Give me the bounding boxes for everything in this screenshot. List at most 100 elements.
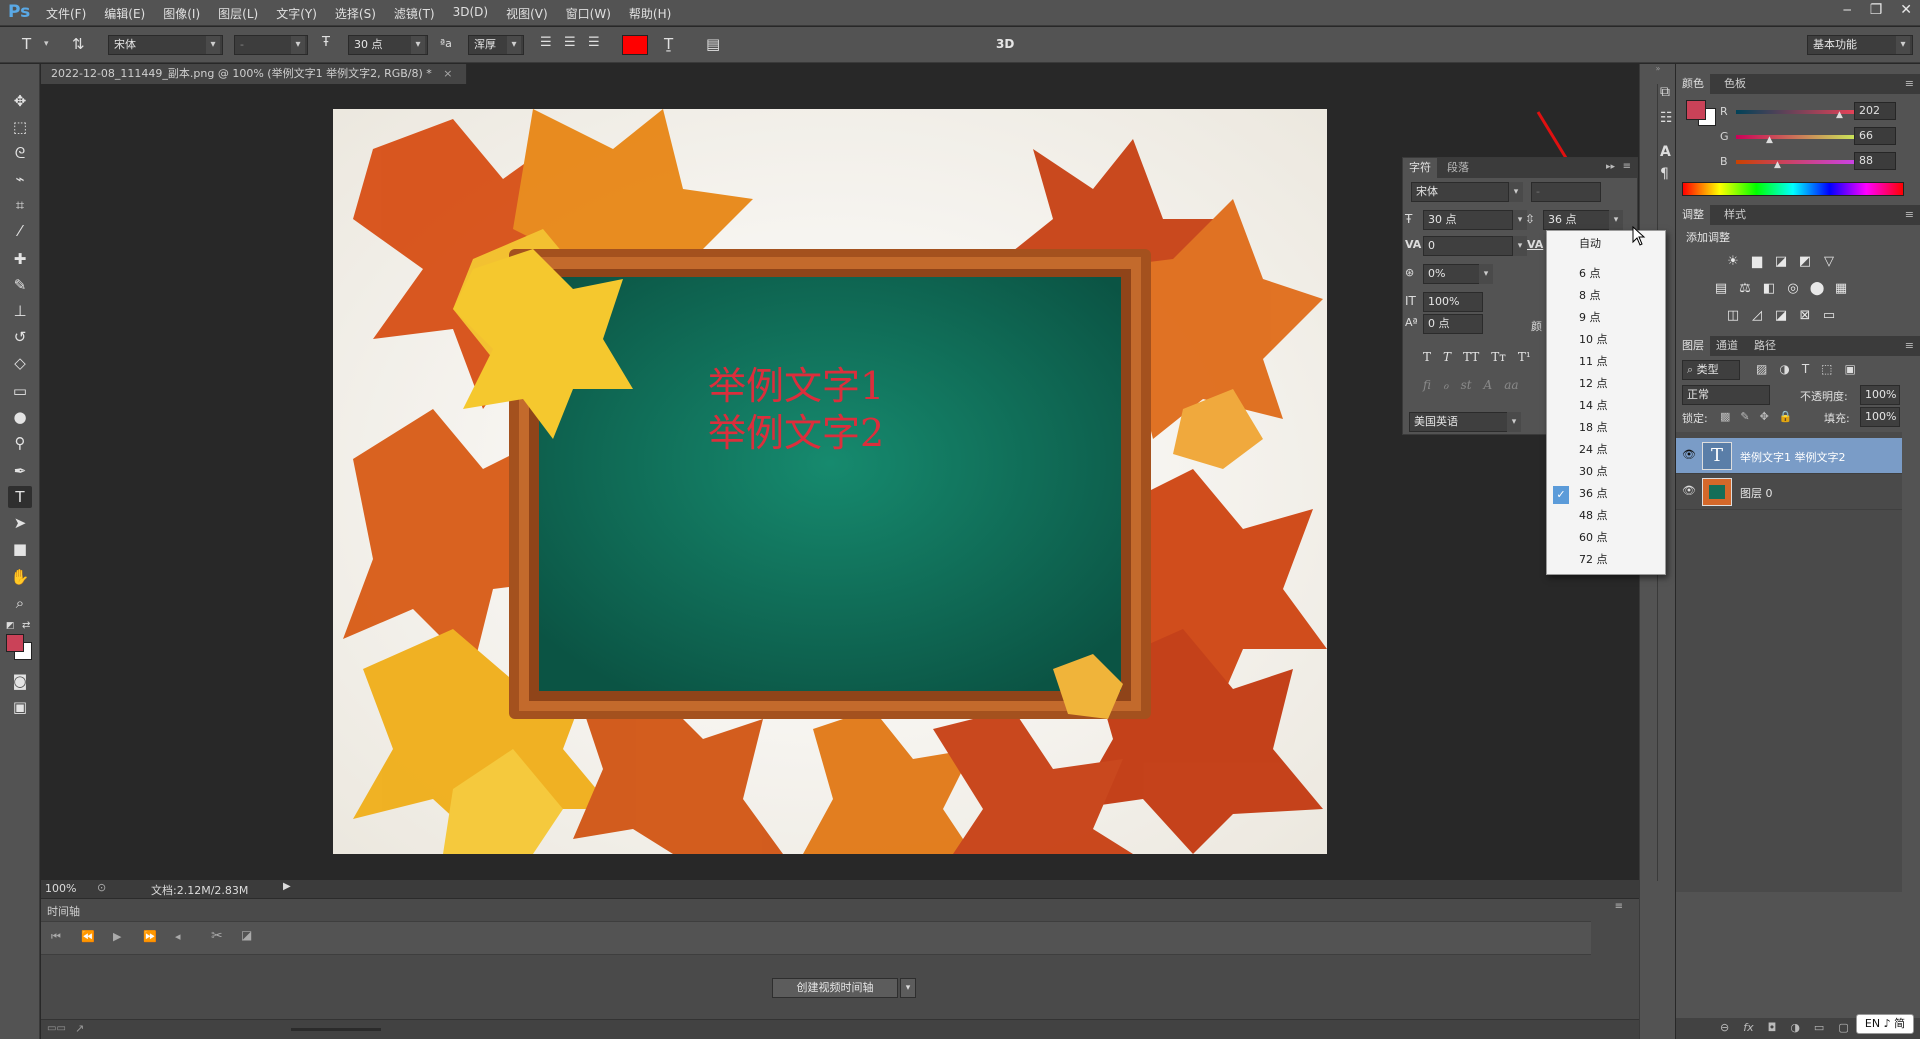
panel-menu-icon[interactable]: ≡ bbox=[1615, 901, 1623, 912]
minimize-button[interactable]: ‒ bbox=[1843, 2, 1852, 18]
audio-icon[interactable]: ◂ bbox=[175, 930, 181, 943]
zoom-level[interactable]: 100% bbox=[45, 882, 76, 895]
leading-option[interactable]: 6 点 bbox=[1547, 263, 1665, 285]
menu-view[interactable]: 视图(V) bbox=[506, 5, 548, 22]
path-select-tool-icon[interactable]: ➤ bbox=[8, 512, 32, 534]
next-frame-icon[interactable]: ⏩ bbox=[143, 930, 157, 943]
create-video-timeline-button[interactable]: 创建视频时间轴 bbox=[772, 978, 898, 998]
new-adjustment-icon[interactable]: ◑ bbox=[1790, 1021, 1800, 1034]
chevron-down-icon[interactable]: ▾ bbox=[1479, 264, 1493, 284]
panel-collapse-icon[interactable]: ▸▸ bbox=[1606, 162, 1615, 172]
layer-style-icon[interactable]: fx bbox=[1743, 1021, 1753, 1034]
leading-option[interactable]: 18 点 bbox=[1547, 417, 1665, 439]
panel-menu-icon[interactable]: ≡ bbox=[1905, 205, 1914, 225]
history-brush-tool-icon[interactable]: ↺ bbox=[8, 326, 32, 348]
photo-filter-icon[interactable]: ◎ bbox=[1784, 281, 1802, 297]
align-left-icon[interactable]: ☰ bbox=[540, 35, 552, 50]
text-color-swatch[interactable] bbox=[622, 35, 648, 55]
timeline-mode-dropdown[interactable]: ▾ bbox=[900, 978, 916, 998]
3d-mode-button[interactable]: 3D bbox=[996, 37, 1014, 51]
char-vertical-scale-field[interactable]: 100% bbox=[1423, 292, 1483, 312]
tab-paragraph[interactable]: 段落 bbox=[1441, 158, 1475, 178]
visibility-eye-icon[interactable]: 👁 bbox=[1682, 484, 1696, 497]
faux-bold-button[interactable]: T bbox=[1423, 350, 1431, 364]
tab-adjustments[interactable]: 调整 bbox=[1676, 205, 1710, 225]
color-spectrum-bar[interactable] bbox=[1682, 182, 1904, 196]
healing-tool-icon[interactable]: ✚ bbox=[8, 248, 32, 270]
document-tab[interactable]: 2022-12-08_111449_副本.png @ 100% (举例文字1 举… bbox=[41, 64, 467, 84]
visibility-eye-icon[interactable]: 👁 bbox=[1682, 448, 1696, 461]
black-white-icon[interactable]: ◧ bbox=[1760, 281, 1778, 297]
properties-panel-icon[interactable]: ☷ bbox=[1660, 110, 1673, 126]
leading-option[interactable]: 11 点 bbox=[1547, 351, 1665, 373]
paragraph-panel-icon[interactable]: ¶ bbox=[1660, 166, 1669, 182]
restore-button[interactable]: ❐ bbox=[1870, 2, 1883, 18]
layer-row-image[interactable]: 👁 图层 0 bbox=[1676, 474, 1902, 510]
align-center-icon[interactable]: ☰ bbox=[564, 35, 576, 50]
vibrance-icon[interactable]: ▽ bbox=[1820, 254, 1838, 270]
foreground-color-swatch[interactable] bbox=[6, 634, 24, 652]
panel-menu-icon[interactable]: ≡ bbox=[1623, 161, 1631, 172]
leading-option[interactable]: 72 点 bbox=[1547, 549, 1665, 571]
lasso-tool-icon[interactable]: ᘓ bbox=[8, 142, 32, 164]
channel-mixer-icon[interactable]: ⬤ bbox=[1808, 281, 1826, 297]
color-balance-icon[interactable]: ⚖ bbox=[1736, 281, 1754, 297]
quick-select-tool-icon[interactable]: ⌁ bbox=[8, 168, 32, 190]
posterize-icon[interactable]: ◿ bbox=[1748, 308, 1766, 324]
scissors-icon[interactable]: ✂ bbox=[211, 928, 223, 944]
chevron-down-icon[interactable]: ▾ bbox=[1609, 210, 1623, 230]
crop-tool-icon[interactable]: ⌗ bbox=[8, 194, 32, 216]
language-select[interactable]: 美国英语 bbox=[1409, 412, 1521, 432]
b-slider[interactable] bbox=[1736, 160, 1868, 164]
font-family-select[interactable]: 宋体 bbox=[108, 35, 223, 55]
lock-transparent-icon[interactable]: ▩ bbox=[1720, 410, 1730, 423]
tab-color[interactable]: 颜色 bbox=[1676, 74, 1710, 94]
layer-name[interactable]: 举例文字1 举例文字2 bbox=[1740, 449, 1846, 465]
ligature-button[interactable]: fi bbox=[1423, 378, 1431, 392]
swash-button[interactable]: A bbox=[1484, 378, 1493, 392]
char-font-family-select[interactable]: 宋体 bbox=[1411, 182, 1509, 202]
chevron-down-icon[interactable]: ▾ bbox=[1507, 412, 1521, 432]
first-frame-icon[interactable]: ⏮ bbox=[51, 930, 61, 944]
smart-object-filter-icon[interactable]: ▣ bbox=[1845, 362, 1856, 376]
eraser-tool-icon[interactable]: ◇ bbox=[8, 352, 32, 374]
zoom-tool-icon[interactable]: ⌕ bbox=[8, 592, 32, 614]
ime-indicator[interactable]: EN ♪ 简 bbox=[1856, 1014, 1914, 1034]
faux-italic-button[interactable]: T bbox=[1443, 350, 1451, 364]
close-button[interactable]: ✕ bbox=[1900, 2, 1912, 18]
opacity-field[interactable]: 100% bbox=[1860, 385, 1900, 405]
font-size-select[interactable]: 30 点 bbox=[348, 35, 428, 55]
antialias-select[interactable]: 浑厚 bbox=[468, 35, 524, 55]
type-filter-icon[interactable]: T bbox=[1802, 362, 1809, 376]
curves-icon[interactable]: ◪ bbox=[1772, 254, 1790, 270]
toggle-panels-icon[interactable]: ▤ bbox=[706, 35, 720, 53]
move-tool-icon[interactable]: ✥ bbox=[8, 90, 32, 112]
tab-swatches[interactable]: 色板 bbox=[1724, 74, 1746, 94]
frames-icon[interactable]: ▭▭ bbox=[47, 1023, 66, 1034]
menu-help[interactable]: 帮助(H) bbox=[629, 5, 671, 22]
toggle-orientation-icon[interactable]: ⇅ bbox=[72, 35, 85, 53]
swap-colors-icon[interactable]: ⇄ bbox=[22, 620, 30, 631]
character-panel-icon[interactable]: A bbox=[1660, 144, 1671, 160]
char-size-field[interactable]: 30 点 bbox=[1423, 210, 1513, 230]
document-image[interactable]: 举例文字1 举例文字2 bbox=[333, 109, 1327, 854]
menu-edit[interactable]: 编辑(E) bbox=[104, 5, 145, 22]
leading-option[interactable]: 8 点 bbox=[1547, 285, 1665, 307]
b-value[interactable]: 88 bbox=[1854, 152, 1896, 170]
type-tool-icon[interactable]: T bbox=[8, 486, 32, 508]
leading-option[interactable]: 9 点 bbox=[1547, 307, 1665, 329]
quick-mask-icon[interactable]: ◙ bbox=[8, 670, 32, 692]
close-tab-icon[interactable]: × bbox=[443, 67, 452, 80]
zoom-slider[interactable] bbox=[291, 1028, 381, 1031]
leading-option[interactable]: 48 点 bbox=[1547, 505, 1665, 527]
small-caps-button[interactable]: Tт bbox=[1491, 350, 1506, 364]
b-slider-thumb[interactable]: ▲ bbox=[1774, 160, 1781, 170]
new-group-icon[interactable]: ▭ bbox=[1814, 1021, 1824, 1034]
panel-menu-icon[interactable]: ≡ bbox=[1905, 336, 1914, 356]
chevron-down-icon[interactable]: ▾ bbox=[44, 39, 49, 49]
selective-color-icon[interactable]: ⊠ bbox=[1796, 308, 1814, 324]
tab-channels[interactable]: 通道 bbox=[1716, 336, 1738, 356]
layer-row-text[interactable]: 👁 T 举例文字1 举例文字2 bbox=[1676, 438, 1902, 474]
tab-layers[interactable]: 图层 bbox=[1676, 336, 1710, 356]
menu-select[interactable]: 选择(S) bbox=[335, 5, 376, 22]
